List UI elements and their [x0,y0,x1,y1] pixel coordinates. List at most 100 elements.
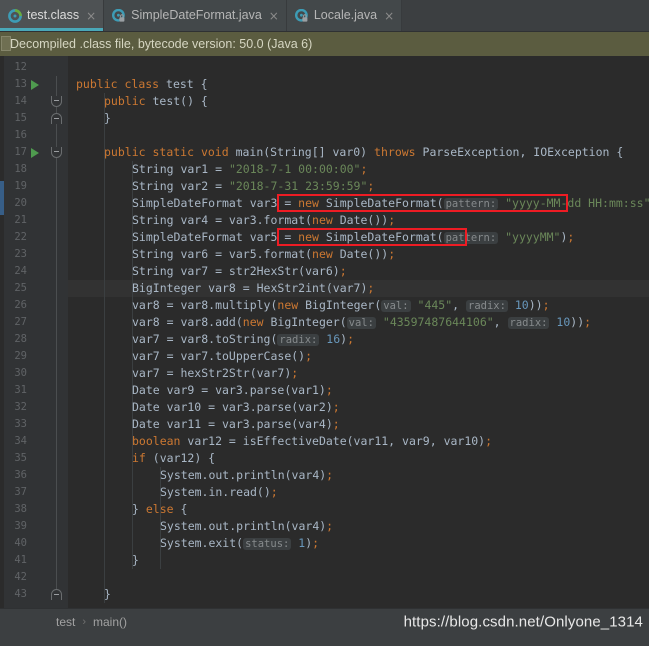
code-editor[interactable]: 12 13 14 15 16 17 18 19 20 21 22 23 24 25 26 27 28 29 30 31… [0,56,649,608]
code-token: Date()) [339,247,389,261]
code-line[interactable] [68,59,76,76]
run-gutter-icon[interactable] [31,80,39,90]
code-line[interactable]: var7 = var7.toUpperCase(); [68,348,312,365]
code-line[interactable] [68,127,76,144]
code-token: System.out.println(var4) [160,468,327,482]
line-number: 21 [14,214,27,226]
code-line[interactable]: String var6 = var5.format(new Date()); [68,246,395,263]
code-token: static [152,145,201,159]
breadcrumb-item-test[interactable]: test [56,615,75,629]
code-token: public [104,145,153,159]
parameter-hint: val: [346,317,376,329]
code-line[interactable]: System.exit(status: 1); [68,535,319,552]
fold-marker[interactable] [51,96,62,107]
line-number: 43 [14,588,27,600]
editor-tab-label: SimpleDateFormat.java [131,8,262,23]
editor-gutter[interactable]: 12 13 14 15 16 17 18 19 20 21 22 23 24 25 26 27 28 29 30 31… [4,56,68,608]
code-line[interactable]: String var4 = var3.format(new Date()); [68,212,395,229]
code-token: BigInteger( [270,315,347,329]
breadcrumb-item-main[interactable]: main() [93,615,127,629]
line-number: 29 [14,350,27,362]
editor-tab-simpledateformat-java[interactable]: SimpleDateFormat.java × [104,0,287,31]
code-token: { [200,77,208,91]
run-gutter-icon[interactable] [31,148,39,158]
java-class-locked-icon [294,8,309,23]
code-line[interactable]: var8 = var8.multiply(new BigInteger(val:… [68,297,550,314]
parameter-hint: radix: [466,300,508,312]
close-icon[interactable]: × [382,10,394,22]
code-line[interactable]: SimpleDateFormat var5 = new SimpleDateFo… [68,229,574,246]
line-number: 42 [14,571,27,583]
code-line[interactable]: BigInteger var8 = HexStr2int(var7); [68,280,374,297]
code-line[interactable]: SimpleDateFormat var3 = new SimpleDateFo… [68,195,649,212]
code-token: var8 = var8.multiply( [132,298,278,312]
line-number: 36 [14,469,27,481]
line-number: 31 [14,384,27,396]
code-line[interactable]: } else { [68,501,187,518]
code-token: var7 = hexStr2Str(var7) [132,366,292,380]
code-line[interactable]: var7 = hexStr2Str(var7); [68,365,298,382]
code-line[interactable]: public static void main(String[] var0) t… [68,144,623,161]
line-number: 16 [14,129,27,141]
fold-marker[interactable] [51,589,62,600]
code-token: "445" [417,298,453,312]
line-number: 12 [14,61,27,73]
code-token: main(String[] var0) [235,145,375,159]
code-token: Date var9 = var3.parse(var1) [132,383,326,397]
code-token: 10 [514,298,529,312]
code-line[interactable] [68,569,76,586]
close-icon[interactable]: × [84,10,96,22]
code-token: var12 = isEffectiveDate(var11, var9, var… [187,434,486,448]
code-line[interactable]: var7 = var8.toString(radix: 16); [68,331,354,348]
close-icon[interactable]: × [267,10,279,22]
fold-marker[interactable] [51,113,62,124]
code-token: 16 [326,332,341,346]
code-token: 10 [556,315,571,329]
code-token: boolean [132,434,188,448]
code-line[interactable]: System.out.println(var4); [68,518,333,535]
code-token: String var1 = [132,162,229,176]
code-token: Date()) [339,213,389,227]
code-token: ; [270,485,278,499]
code-line[interactable]: Date var10 = var3.parse(var2); [68,399,340,416]
code-line[interactable]: String var2 = "2018-7-31 23:59:59"; [68,178,374,195]
code-line[interactable]: Date var11 = var3.parse(var4); [68,416,340,433]
line-number: 28 [14,333,27,345]
code-token: "2018-7-1 00:00:00" [228,162,361,176]
line-number: 22 [14,231,27,243]
code-line[interactable]: public test() { [68,93,208,110]
code-line[interactable]: } [68,552,139,569]
code-line[interactable]: System.out.println(var4); [68,467,333,484]
code-token: ; [305,349,313,363]
code-token: ; [367,281,375,295]
line-number: 24 [14,265,27,277]
editor-tab-test-class[interactable]: test.class × [0,0,105,31]
code-token: ; [326,519,334,533]
code-token: public [76,77,125,91]
line-number: 35 [14,452,27,464]
code-line[interactable]: System.in.read(); [68,484,278,501]
line-number: 23 [14,248,27,260]
line-number: 27 [14,316,27,328]
code-line[interactable]: if (var12) { [68,450,215,467]
editor-tab-locale-java[interactable]: Locale.java × [286,0,403,31]
code-token: Date var10 = var3.parse(var2) [132,400,333,414]
code-token: var8 = var8.add( [132,315,243,329]
editor-code-area[interactable]: public class test {public test() {} publi… [68,56,649,608]
code-line[interactable]: boolean var12 = isEffectiveDate(var11, v… [68,433,492,450]
code-line[interactable]: Date var9 = var3.parse(var1); [68,382,333,399]
code-line[interactable]: public class test { [68,76,208,93]
code-token: String var2 = [132,179,229,193]
active-tab-underline [0,28,104,31]
code-line[interactable]: String var7 = str2HexStr(var6); [68,263,347,280]
code-line[interactable]: } [68,586,111,603]
code-token: String var7 = str2HexStr(var6) [132,264,340,278]
fold-marker[interactable] [51,147,62,158]
line-number: 39 [14,520,27,532]
code-line[interactable]: } [68,110,111,127]
code-token: )) [570,315,585,329]
code-line[interactable]: var8 = var8.add(new BigInteger(val: "435… [68,314,591,331]
code-token: new [298,230,326,244]
code-line[interactable]: String var1 = "2018-7-1 00:00:00"; [68,161,367,178]
